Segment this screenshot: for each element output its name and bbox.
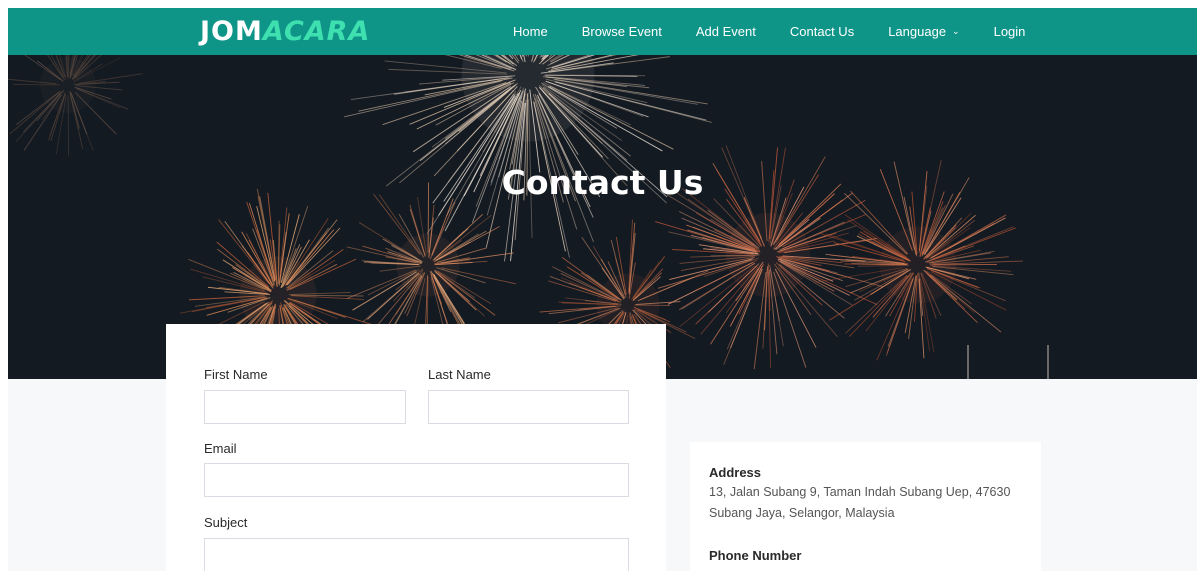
last-name-label: Last Name [428, 367, 491, 382]
page: JOMACARA Home Browse Event Add Event Con… [0, 0, 1197, 571]
subject-input[interactable] [204, 538, 629, 571]
nav-home[interactable]: Home [513, 24, 548, 39]
nav-contact-us[interactable]: Contact Us [790, 24, 854, 39]
nav-menu: Home Browse Event Add Event Contact Us L… [513, 8, 1059, 55]
brand-logo-part2: ACARA [262, 16, 371, 47]
browser-viewport: JOMACARA Home Browse Event Add Event Con… [8, 8, 1197, 571]
contact-form-card: First Name Last Name Email Subject [166, 324, 666, 571]
nav-add-event[interactable]: Add Event [696, 24, 756, 39]
nav-browse-event[interactable]: Browse Event [582, 24, 662, 39]
page-title: Contact Us [501, 163, 704, 202]
firework-glow [40, 57, 96, 113]
subject-label: Subject [204, 515, 248, 530]
email-input[interactable] [204, 463, 629, 497]
address-text: 13, Jalan Subang 9, Taman Indah Subang U… [709, 485, 1011, 520]
nav-language-dropdown[interactable]: Language ⌄ [888, 24, 959, 39]
firework-glow [879, 226, 957, 304]
first-name-label: First Name [204, 367, 268, 382]
top-navbar: JOMACARA Home Browse Event Add Event Con… [8, 8, 1197, 55]
contact-info-card: Address 13, Jalan Subang 9, Taman Indah … [690, 442, 1041, 571]
brand-logo-part1: JOM [200, 16, 263, 47]
firework-glow [396, 233, 460, 297]
brand-logo[interactable]: JOMACARA [200, 17, 370, 47]
firework-glow [461, 55, 595, 142]
nav-language-label: Language [888, 24, 947, 39]
last-name-input[interactable] [428, 390, 629, 424]
email-label: Email [204, 441, 237, 456]
firework-glow [239, 256, 317, 334]
chevron-down-icon: ⌄ [952, 26, 960, 36]
firework-glow [726, 213, 810, 297]
first-name-input[interactable] [204, 390, 406, 424]
phone-number-heading: Phone Number [709, 548, 802, 563]
address-heading: Address [709, 465, 762, 480]
nav-login[interactable]: Login [994, 24, 1026, 39]
